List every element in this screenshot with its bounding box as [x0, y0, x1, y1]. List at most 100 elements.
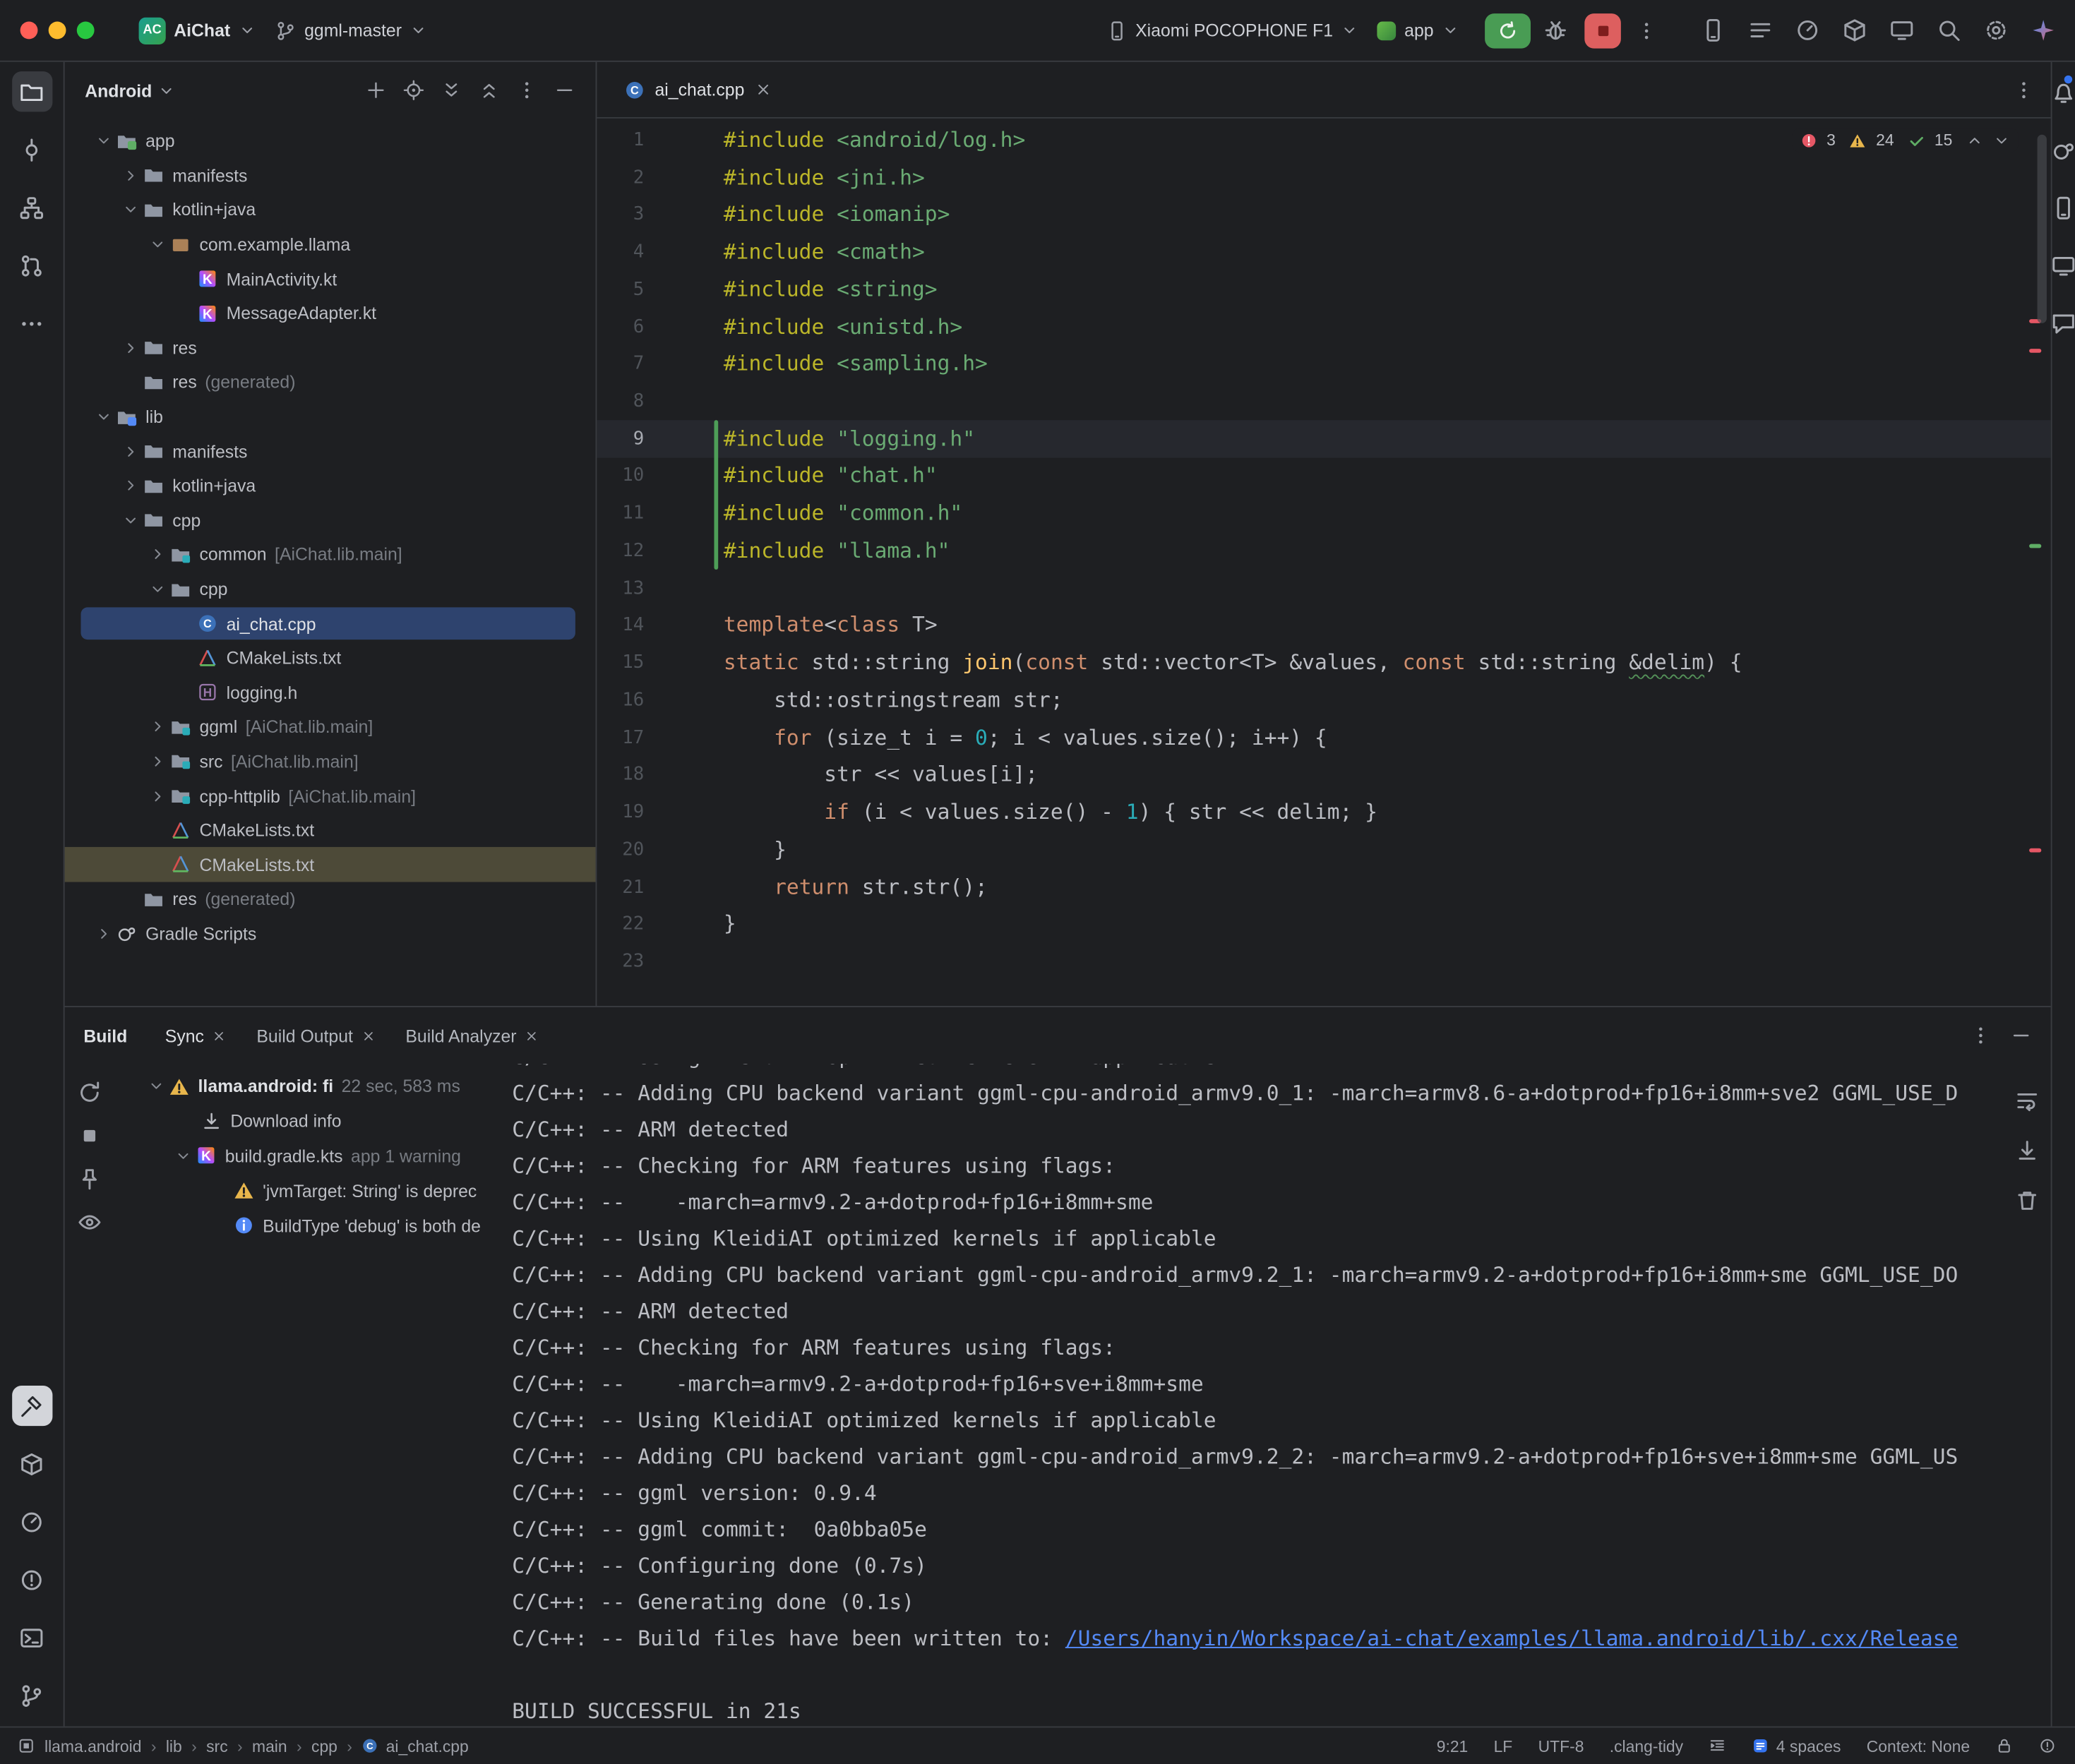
stop-sync-icon[interactable] — [72, 1117, 107, 1153]
context-widget[interactable]: Context: None — [1867, 1736, 1970, 1756]
chevron-right-icon[interactable] — [145, 719, 169, 736]
device-selector[interactable]: Xiaomi POCOPHONE F1 — [1096, 14, 1368, 47]
line-number[interactable]: 9 — [597, 428, 723, 450]
commit-icon[interactable] — [11, 129, 52, 169]
build-tree-item[interactable]: Kbuild.gradle.ktsapp 1 warning — [114, 1139, 498, 1173]
settings-icon[interactable] — [1978, 13, 2015, 48]
lock-icon[interactable] — [1995, 1737, 2013, 1755]
project-widget[interactable]: AC AiChat — [129, 11, 265, 49]
line-number[interactable]: 5 — [597, 278, 723, 300]
chevron-down-icon[interactable] — [119, 201, 143, 219]
line-number[interactable]: 20 — [597, 839, 723, 860]
chevron-down-icon[interactable] — [119, 512, 143, 529]
change-stripe[interactable] — [2029, 544, 2041, 548]
add-icon[interactable] — [359, 73, 394, 108]
scrollbar-thumb[interactable] — [2038, 135, 2047, 323]
project-tree-item-src[interactable]: src[AiChat.lib.main] — [65, 744, 596, 779]
clang-tidy-widget[interactable]: .clang-tidy — [1610, 1736, 1683, 1756]
project-tree-item-manifests[interactable]: manifests — [65, 158, 596, 193]
code-line-22[interactable]: 22} — [597, 906, 2050, 943]
scroll-to-end-icon[interactable] — [2009, 1132, 2044, 1168]
line-number[interactable]: 10 — [597, 465, 723, 487]
chevron-down-icon[interactable] — [145, 236, 169, 253]
stop-button[interactable] — [1584, 13, 1621, 48]
line-number[interactable]: 18 — [597, 764, 723, 786]
code-line-23[interactable]: 23 — [597, 943, 2050, 980]
breadcrumb-item[interactable]: llama.android — [44, 1736, 141, 1756]
error-stripe[interactable] — [2029, 848, 2041, 853]
breadcrumb-item[interactable]: lib — [166, 1736, 182, 1756]
code-line-14[interactable]: 14template<class T> — [597, 606, 2050, 644]
line-number[interactable]: 7 — [597, 353, 723, 375]
device-manager-icon[interactable] — [1695, 13, 1732, 48]
close-tab-icon[interactable] — [754, 80, 772, 98]
highlighting-level-icon[interactable] — [2038, 1737, 2056, 1755]
project-tree-item-cmakelists-txt[interactable]: CMakeLists.txt — [65, 813, 596, 848]
indent-guide-icon[interactable] — [1709, 1737, 1726, 1755]
version-control-icon[interactable] — [11, 1675, 52, 1715]
panel-options-icon[interactable] — [509, 73, 544, 108]
code-line-9[interactable]: 9#include "logging.h" — [597, 420, 2050, 457]
gradle-icon[interactable] — [2052, 129, 2075, 169]
code-line-12[interactable]: 12#include "llama.h" — [597, 532, 2050, 570]
line-number[interactable]: 11 — [597, 503, 723, 524]
project-tree-item-manifests[interactable]: manifests — [65, 434, 596, 469]
console-link[interactable]: /Users/hanyin/Workspace/ai-chat/examples… — [1065, 1626, 1958, 1650]
notifications-icon[interactable] — [2052, 71, 2075, 112]
search-everywhere-icon[interactable] — [1931, 13, 1968, 48]
project-tree-item-com-example-llama[interactable]: com.example.llama — [65, 227, 596, 262]
build-tree-item[interactable]: BuildType 'debug' is both de — [114, 1208, 498, 1243]
code-line-13[interactable]: 13 — [597, 570, 2050, 607]
chevron-right-icon[interactable] — [119, 477, 143, 495]
line-number[interactable]: 12 — [597, 540, 723, 562]
chevron-right-icon[interactable] — [119, 339, 143, 356]
close-tab-icon[interactable] — [212, 1028, 227, 1043]
line-number[interactable]: 1 — [597, 129, 723, 151]
line-number[interactable]: 3 — [597, 204, 723, 226]
project-tree-item-cmakelists-txt[interactable]: CMakeLists.txt — [65, 848, 596, 882]
project-tree-item-res[interactable]: res(generated) — [65, 882, 596, 917]
running-devices-icon[interactable] — [2052, 245, 2075, 285]
chevron-right-icon[interactable] — [92, 925, 116, 942]
code-line-8[interactable]: 8 — [597, 383, 2050, 420]
run-button[interactable] — [1485, 13, 1531, 48]
assistant-icon[interactable] — [2052, 303, 2075, 343]
line-number[interactable]: 13 — [597, 577, 723, 599]
next-problem-icon[interactable] — [1993, 131, 2011, 149]
zoom-window-button[interactable] — [77, 22, 95, 40]
line-ending[interactable]: LF — [1494, 1736, 1513, 1756]
breadcrumb-item[interactable]: cpp — [311, 1736, 337, 1756]
breadcrumb-item[interactable]: Cai_chat.cpp — [361, 1736, 469, 1756]
code-editor[interactable]: 1#include <android/log.h>2#include <jni.… — [597, 119, 2050, 1006]
project-tree-item-gradle-scripts[interactable]: Gradle Scripts — [65, 916, 596, 951]
project-tree-item-ai-chat-cpp[interactable]: Cai_chat.cpp — [65, 606, 596, 641]
project-tree-item-cmakelists-txt[interactable]: CMakeLists.txt — [65, 641, 596, 676]
code-line-10[interactable]: 10#include "chat.h" — [597, 457, 2050, 495]
pin-icon[interactable] — [72, 1160, 107, 1196]
line-number[interactable]: 4 — [597, 241, 723, 263]
project-tree-item-logging-h[interactable]: Hlogging.h — [65, 676, 596, 710]
chevron-down-icon[interactable] — [92, 408, 116, 426]
code-line-16[interactable]: 16 std::ostringstream str; — [597, 681, 2050, 719]
line-number[interactable]: 22 — [597, 913, 723, 935]
terminal-icon[interactable] — [11, 1617, 52, 1657]
debug-button[interactable] — [1538, 13, 1574, 48]
code-line-2[interactable]: 2#include <jni.h> — [597, 159, 2050, 196]
line-number[interactable]: 16 — [597, 689, 723, 711]
error-stripe[interactable] — [2029, 349, 2041, 353]
build-icon[interactable] — [11, 1386, 52, 1426]
chevron-down-icon[interactable] — [144, 1078, 168, 1096]
prev-problem-icon[interactable] — [1966, 131, 1983, 149]
build-console[interactable]: C/C++: -- Using KleidiAI optimized kerne… — [498, 1064, 2051, 1727]
gemini-icon[interactable] — [2025, 13, 2062, 48]
more-tool-windows-icon[interactable] — [11, 303, 52, 343]
project-tree-item-mainactivity-kt[interactable]: KMainActivity.kt — [65, 262, 596, 296]
chevron-right-icon[interactable] — [145, 752, 169, 770]
rerun-sync-icon[interactable] — [72, 1074, 107, 1110]
close-tab-icon[interactable] — [525, 1028, 539, 1043]
build-tree-item[interactable]: llama.android: fi22 sec, 583 ms — [114, 1069, 498, 1104]
soft-wrap-icon[interactable] — [2009, 1083, 2044, 1118]
build-options-icon[interactable] — [1970, 1025, 1992, 1047]
indent-size-widget[interactable]: 4 spaces — [1752, 1736, 1841, 1756]
breadcrumb-item[interactable]: src — [206, 1736, 228, 1756]
